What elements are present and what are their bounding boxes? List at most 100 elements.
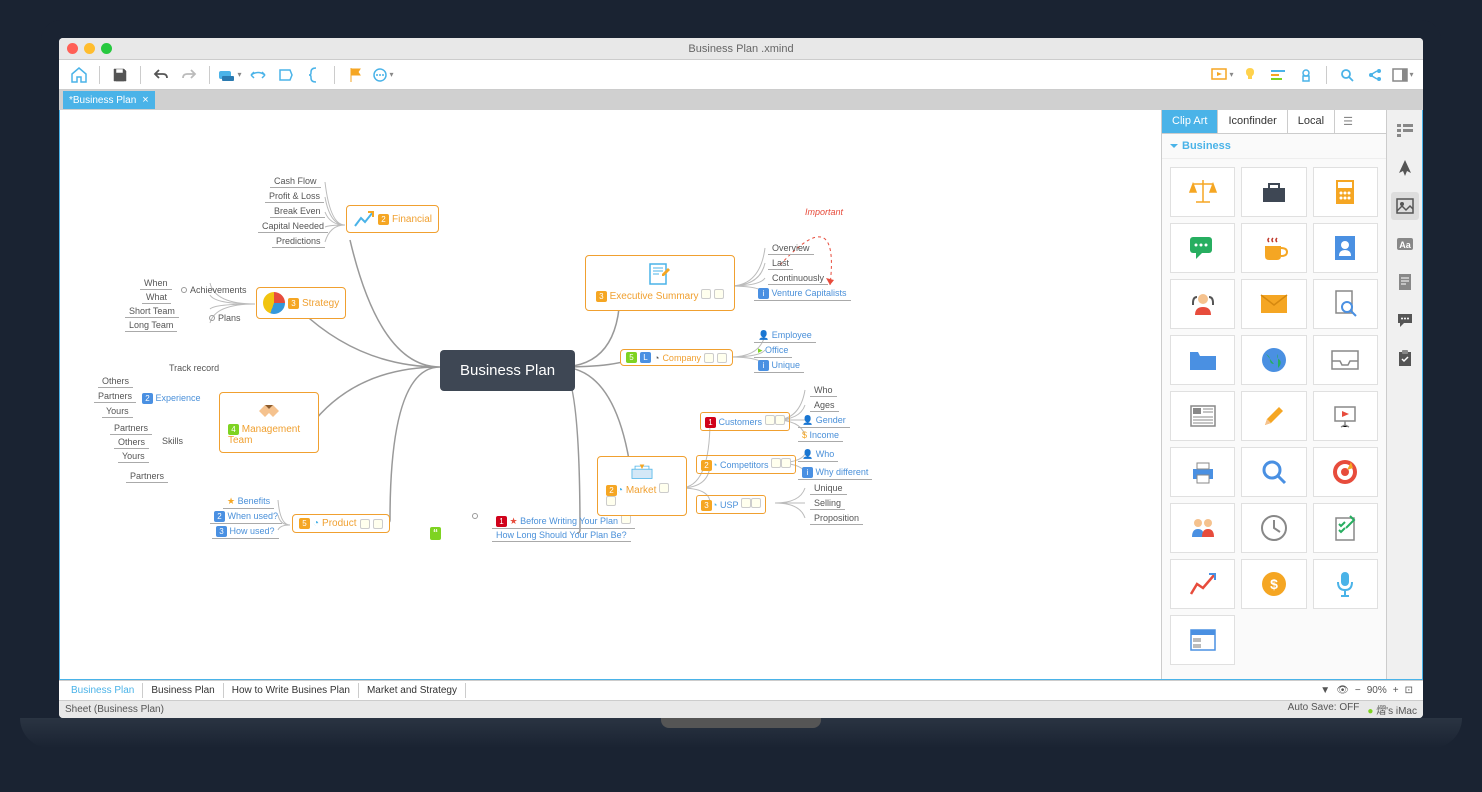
sub-item[interactable]: Yours [102,405,133,418]
sub-item[interactable]: Ages [810,399,839,412]
clip-support-icon[interactable] [1170,279,1235,329]
sub-item[interactable]: Selling [810,497,845,510]
clip-contact-icon[interactable] [1313,223,1378,273]
presentation-button[interactable]: ▾ [1210,63,1234,87]
clip-globe-icon[interactable] [1241,335,1306,385]
sub-item[interactable]: Proposition [810,512,863,525]
clip-news-icon[interactable] [1170,391,1235,441]
clipart-tab-icon[interactable] [1391,192,1419,220]
notes-tab-icon[interactable] [1391,268,1419,296]
management-node[interactable]: 4 Management Team [219,392,319,453]
sub-item[interactable]: i Unique [754,359,804,373]
insert-topic-button[interactable]: ▾ [218,63,242,87]
zoom-in-icon[interactable]: + [1393,685,1399,696]
financial-node[interactable]: 2 Financial [346,205,439,233]
sheet-tab[interactable]: Business Plan [143,683,223,698]
sub-item[interactable]: Capital Needed [258,220,328,233]
close-tab-icon[interactable]: × [142,94,148,106]
comments-tab-icon[interactable] [1391,306,1419,334]
root-node[interactable]: Business Plan [440,350,575,391]
close-window-icon[interactable] [67,43,78,54]
sub-item[interactable]: 3 How used? [212,525,279,539]
clip-briefcase-icon[interactable] [1241,167,1306,217]
sub-item[interactable]: Unique [810,482,847,495]
sub-item[interactable]: Continuously [768,272,828,285]
sub-item[interactable]: Who [810,384,837,397]
format-panel-button[interactable]: ▾ [1391,63,1415,87]
company-node[interactable]: 5L◔ Company [620,349,733,366]
sub-item[interactable]: Partners [126,470,168,483]
clip-presentation-icon[interactable] [1313,391,1378,441]
sheet-tab[interactable]: How to Write Busines Plan [224,683,359,698]
clip-coin-icon[interactable]: $ [1241,559,1306,609]
share-button[interactable] [1363,63,1387,87]
mindmap-canvas[interactable]: Business Plan 2 Financial Cash Flow Prof… [60,110,1161,679]
sheet-tab[interactable]: Market and Strategy [359,683,466,698]
clip-printer-icon[interactable] [1170,447,1235,497]
boundary-button[interactable] [274,63,298,87]
sub-item[interactable]: Cash Flow [270,175,321,188]
sub-item[interactable]: ★ Benefits [223,495,274,509]
save-button[interactable] [108,63,132,87]
iconfinder-tab[interactable]: Iconfinder [1218,110,1287,133]
flag-marker-button[interactable] [343,63,367,87]
sub-item[interactable]: Skills [158,435,187,447]
relationship-label[interactable]: Important [805,207,843,217]
panel-menu-icon[interactable]: ☰ [1335,110,1361,133]
sub-item[interactable]: How Long Should Your Plan Be? [492,529,631,542]
sub-item[interactable]: When [140,277,172,290]
sub-item[interactable]: Partners [94,390,136,403]
sub-item[interactable]: ▸ Office [754,344,792,358]
clip-art-tab[interactable]: Clip Art [1162,110,1218,133]
brainstorm-button[interactable] [1238,63,1262,87]
search-button[interactable] [1335,63,1359,87]
sub-item[interactable]: Others [114,436,149,449]
clip-search-doc-icon[interactable] [1313,279,1378,329]
sub-item[interactable]: 2 When used? [210,510,282,524]
sub-item[interactable]: Last [768,257,793,270]
clip-inbox-icon[interactable] [1313,335,1378,385]
strategy-node[interactable]: 3 Strategy [256,287,346,319]
executive-summary-node[interactable]: 3 Executive Summary [585,255,735,311]
minimize-window-icon[interactable] [84,43,95,54]
panel-section-business[interactable]: Business [1162,134,1386,159]
clip-target-icon[interactable] [1313,447,1378,497]
task-tab-icon[interactable] [1391,344,1419,372]
sub-item[interactable]: 👤 Gender [798,414,850,428]
clip-browser-icon[interactable] [1170,615,1235,665]
summary-button[interactable] [302,63,326,87]
sub-item[interactable]: $ Income [798,429,843,442]
competitors-node[interactable]: 2◔ Competitors [696,455,796,474]
clip-folder-icon[interactable] [1170,335,1235,385]
more-button[interactable]: ▾ [371,63,395,87]
clip-mic-icon[interactable] [1313,559,1378,609]
clip-calculator-icon[interactable] [1313,167,1378,217]
local-tab[interactable]: Local [1288,110,1335,133]
outline-tab-icon[interactable] [1391,116,1419,144]
clip-pencil-icon[interactable] [1241,391,1306,441]
clip-scales-icon[interactable] [1170,167,1235,217]
clip-people-icon[interactable] [1170,503,1235,553]
relationship-button[interactable] [246,63,270,87]
sub-item[interactable]: Long Team [125,319,177,332]
clip-checklist-icon[interactable] [1313,503,1378,553]
clip-mail-icon[interactable] [1241,279,1306,329]
redo-button[interactable] [177,63,201,87]
sub-item[interactable]: What [142,291,171,304]
sub-item[interactable]: Plans [205,312,245,324]
sub-item[interactable]: Partners [110,422,152,435]
undo-button[interactable] [149,63,173,87]
home-button[interactable] [67,63,91,87]
sub-item[interactable]: 👤 Employee [754,329,816,343]
sub-item[interactable]: Yours [118,450,149,463]
fit-icon[interactable]: ⊡ [1405,685,1413,696]
sub-item[interactable]: i Venture Capitalists [754,287,851,301]
sub-item[interactable]: 👤 Who [798,448,838,462]
customers-node[interactable]: 1 Customers [700,412,790,431]
clip-magnify-icon[interactable] [1241,447,1306,497]
document-tab[interactable]: *Business Plan × [63,91,155,109]
sub-item[interactable]: i Why different [798,466,872,480]
market-node[interactable]: 2◔ Market [597,456,687,516]
product-node[interactable]: 5 ◔ Product [292,514,390,533]
usp-node[interactable]: 3◔ USP [696,495,766,514]
